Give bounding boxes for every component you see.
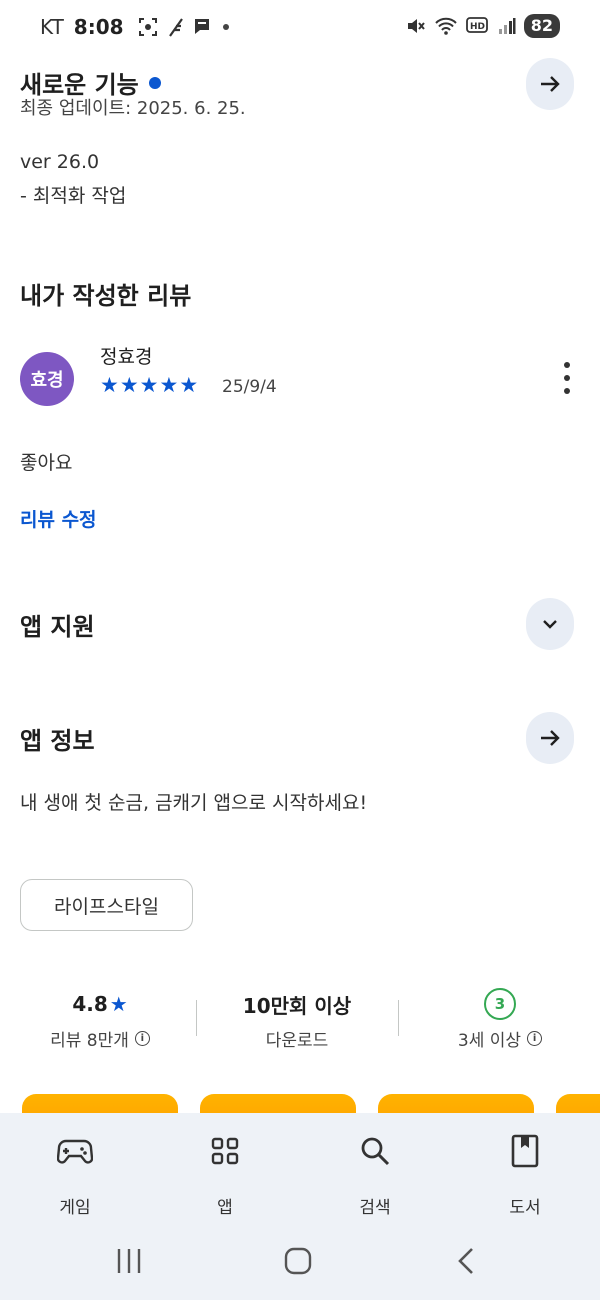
back-icon — [458, 1248, 473, 1274]
search-icon — [361, 1137, 390, 1166]
carrier-label: KT — [40, 15, 64, 39]
message-icon — [194, 19, 209, 34]
rating-value: 4.8 — [72, 992, 108, 1016]
stat-divider — [398, 1000, 399, 1036]
age-rating-stat[interactable]: 3 3세 이상 i — [400, 988, 600, 1051]
wifi-icon — [435, 17, 457, 35]
star-icon: ★ — [179, 373, 199, 397]
reviewer-name: 정효경 — [100, 346, 153, 368]
recent-apps-button[interactable] — [113, 1246, 145, 1276]
star-icon: ★ — [100, 373, 119, 397]
star-icon: ★ — [119, 373, 139, 397]
app-info-header[interactable]: 앱 정보 — [20, 712, 574, 764]
battery-level: 82 — [523, 14, 560, 38]
nav-label-games: 게임 — [59, 1198, 91, 1218]
download-count: 10만회 이상 — [242, 993, 352, 1018]
recent-apps-icon — [117, 1249, 141, 1273]
category-chip[interactable]: 라이프스타일 — [20, 879, 193, 931]
review-count: 리뷰 8만개 — [50, 1031, 129, 1051]
app-info-title: 앱 정보 — [20, 726, 95, 755]
rating-stat[interactable]: 4.8 ★ 리뷰 8만개 i — [0, 988, 200, 1051]
book-icon — [511, 1134, 539, 1168]
apps-grid-icon — [211, 1137, 239, 1165]
review-date: 25/9/4 — [222, 377, 277, 397]
dot-icon — [222, 24, 229, 30]
nav-item-search[interactable]: 검색 — [325, 1131, 425, 1218]
screenshot-icon — [138, 18, 157, 36]
svg-text:HD: HD — [470, 22, 485, 32]
whats-new-arrow-button[interactable] — [526, 58, 574, 110]
last-updated: 최종 업데이트: 2025. 6. 25. — [20, 98, 246, 119]
signal-icon — [498, 18, 516, 34]
app-support-title: 앱 지원 — [20, 612, 95, 641]
my-review-title: 내가 작성한 리뷰 — [20, 282, 192, 310]
downloads-stat: 10만회 이상 다운로드 — [197, 988, 397, 1052]
back-button[interactable] — [452, 1246, 482, 1276]
app-support-expand-button[interactable] — [526, 598, 574, 650]
app-stats: 4.8 ★ 리뷰 8만개 i 10만회 이상 다운로드 3 3세 이상 i — [0, 988, 600, 1058]
avatar: 효경 — [20, 352, 74, 406]
arrow-right-icon — [541, 76, 560, 92]
new-indicator-dot — [148, 76, 161, 89]
arrow-right-icon — [541, 730, 560, 746]
info-icon: i — [527, 1031, 543, 1046]
nav-label-apps: 앱 — [217, 1198, 233, 1218]
feather-icon — [168, 18, 183, 37]
nav-item-books[interactable]: 도서 — [475, 1131, 575, 1218]
review-text: 좋아요 — [20, 452, 73, 474]
chevron-down-icon — [543, 620, 557, 629]
downloads-label: 다운로드 — [265, 1031, 329, 1051]
hd-icon: HD — [465, 17, 488, 33]
version-text: ver 26.0 — [20, 151, 100, 173]
nav-item-apps[interactable]: 앱 — [175, 1131, 275, 1218]
system-navigation-bar — [0, 1232, 600, 1292]
stat-divider — [196, 1000, 197, 1036]
star-icon: ★ — [139, 373, 159, 397]
more-options-icon[interactable] — [560, 362, 574, 394]
home-icon — [284, 1247, 312, 1275]
star-icon: ★ — [109, 992, 128, 1016]
nav-label-books: 도서 — [509, 1198, 541, 1218]
star-icon: ★ — [159, 373, 179, 397]
age-rating-label: 3세 이상 — [457, 1031, 522, 1051]
app-support-header[interactable]: 앱 지원 — [20, 598, 574, 650]
status-bar: KT 8:08 HD 82 — [0, 0, 600, 56]
clock-time: 8:08 — [73, 15, 124, 39]
release-notes: - 최적화 작업 — [20, 185, 127, 207]
mute-icon — [407, 19, 425, 33]
app-info-arrow-button[interactable] — [526, 712, 574, 764]
gamepad-icon — [57, 1139, 93, 1164]
nav-item-games[interactable]: 게임 — [25, 1131, 125, 1218]
nav-label-search: 검색 — [359, 1198, 391, 1218]
edit-review-link[interactable]: 리뷰 수정 — [20, 505, 97, 532]
app-description: 내 생애 첫 순금, 금캐기 앱으로 시작하세요! — [20, 792, 368, 814]
review-star-rating: ★ ★ ★ ★ ★ — [100, 373, 198, 397]
info-icon: i — [134, 1031, 150, 1046]
age-rating-badge: 3 — [484, 988, 516, 1020]
home-button[interactable] — [282, 1246, 314, 1276]
